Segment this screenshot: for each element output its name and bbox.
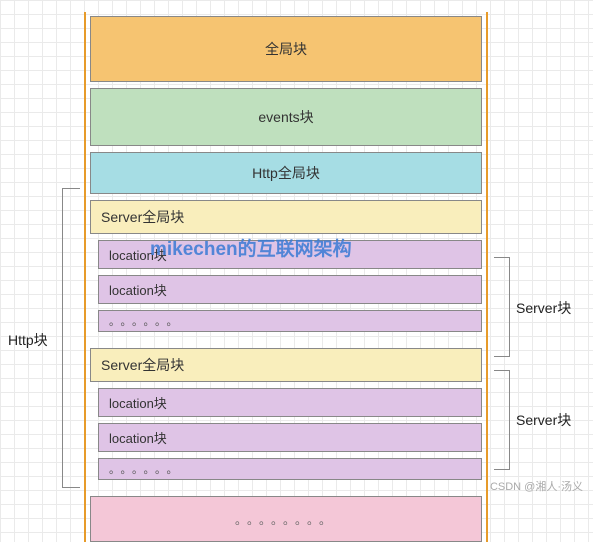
server-bracket-1 — [494, 257, 510, 357]
http-global-block: Http全局块 — [90, 152, 482, 194]
location-block: location块 — [98, 388, 482, 417]
ellipsis-block: 。。。。。。 — [98, 310, 482, 332]
http-bracket — [62, 188, 80, 488]
global-block: 全局块 — [90, 16, 482, 82]
location-block: location块 — [98, 275, 482, 304]
events-block: events块 — [90, 88, 482, 146]
server-global-block-2: Server全局块 — [90, 348, 482, 382]
server-global-block-1: Server全局块 — [90, 200, 482, 234]
footer-credit: CSDN @湘人·汤义 — [490, 478, 583, 494]
server-block-label-2: Server块 — [516, 410, 571, 430]
http-block-label: Http块 — [8, 330, 48, 350]
location-block: location块 — [98, 423, 482, 452]
server-bracket-2 — [494, 370, 510, 470]
server-block-label-1: Server块 — [516, 298, 571, 318]
ellipsis-block: 。。。。。。 — [98, 458, 482, 480]
more-servers-block: 。。。。。。。。 — [90, 496, 482, 542]
config-container: 全局块 events块 Http全局块 Server全局块 location块 … — [84, 12, 488, 542]
location-block: location块 — [98, 240, 482, 269]
